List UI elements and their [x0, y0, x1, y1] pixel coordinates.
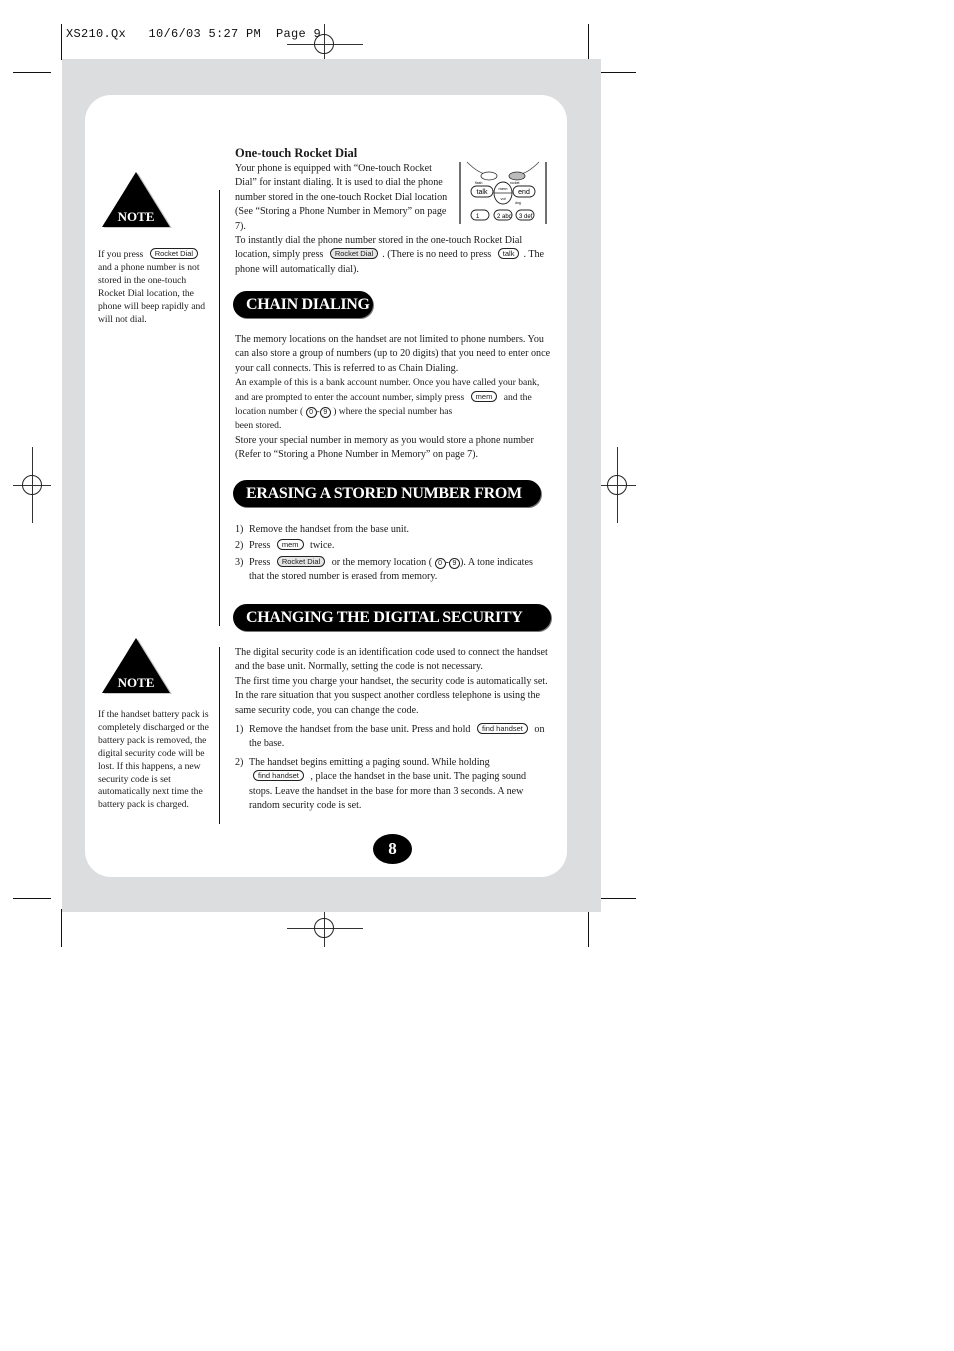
rocket-dial-key-icon: Rocket Dial	[276, 555, 326, 567]
column-divider	[219, 647, 220, 824]
section-banner-chain-dialing: CHAIN DIALING	[233, 291, 373, 318]
mem-key-icon: mem	[470, 390, 498, 402]
crop-mark	[61, 24, 62, 60]
svg-text:flash: flash	[475, 181, 482, 185]
page-number: 8	[373, 834, 412, 864]
rocket-dial-key-icon: Rocket Dial	[329, 248, 379, 260]
rocket-dial-instructions: To instantly dial the phone number store…	[235, 235, 545, 275]
crop-mark	[598, 72, 636, 73]
list-item: 3) Press Rocket Dial or the memory locat…	[235, 555, 533, 583]
svg-text:NOTE: NOTE	[118, 209, 155, 224]
svg-text:end: end	[518, 189, 530, 196]
print-slug-line: XS210.Qx 10/6/03 5:27 PM Page 9	[66, 27, 322, 41]
note-badge: NOTE	[98, 172, 174, 230]
section-banner-security-code: CHANGING THE DIGITAL SECURITY CODE	[233, 604, 551, 653]
svg-text:mem: mem	[499, 186, 509, 191]
list-item: 1) Remove the handset from the base unit…	[235, 524, 410, 535]
talk-key-icon: talk	[497, 248, 520, 260]
crop-mark	[588, 24, 589, 60]
erasing-steps: 1) Remove the handset from the base unit…	[235, 523, 545, 585]
svg-text:NOTE: NOTE	[118, 675, 155, 690]
find-handset-key-icon: find handset	[477, 723, 528, 734]
handset-keypad-illustration: flash rocket talk mem vol end dng 1 2 ab…	[459, 160, 548, 226]
crop-mark	[13, 72, 51, 73]
crop-mark	[598, 898, 636, 899]
section-banner-erasing: ERASING A STORED NUMBER FROM MEMORY	[233, 480, 541, 529]
chain-dialing-text: The memory locations on the handset are …	[235, 334, 551, 461]
note-text-battery: If the handset battery pack is completel…	[98, 709, 209, 811]
digit-0-icon: 0	[434, 557, 446, 569]
crop-mark	[61, 909, 62, 947]
note-text-rocket-dial: If you press Rocket Dial and a phone num…	[98, 248, 206, 325]
security-steps: 1) Remove the handset from the base unit…	[235, 723, 551, 813]
list-item: 2) Press mem twice.	[235, 539, 335, 552]
rocket-dial-intro: Your phone is equipped with “One-touch R…	[235, 163, 448, 232]
note-badge: NOTE	[98, 638, 174, 696]
svg-text:rocket: rocket	[510, 181, 520, 185]
column-divider	[219, 190, 220, 626]
crop-mark	[588, 909, 589, 947]
rocket-dial-key-icon: Rocket Dial	[149, 248, 199, 259]
keypad-diagram-icon: flash rocket talk mem vol end dng 1 2 ab…	[459, 161, 547, 224]
rocket-dial-heading: One-touch Rocket Dial	[235, 146, 358, 160]
svg-text:vol: vol	[500, 196, 505, 201]
find-handset-key-icon: find handset	[253, 770, 304, 782]
digit-9-icon: 9	[449, 557, 460, 569]
mem-key-icon: mem	[276, 539, 304, 551]
svg-text:talk: talk	[477, 189, 488, 196]
list-item: 2) The handset begins emitting a paging …	[235, 756, 527, 812]
warning-triangle-icon: NOTE	[102, 172, 172, 228]
crop-mark	[13, 898, 51, 899]
security-code-text: The digital security code is an identifi…	[235, 647, 548, 716]
warning-triangle-icon: NOTE	[102, 638, 172, 694]
svg-text:3 def: 3 def	[519, 214, 533, 220]
svg-text:2 abc: 2 abc	[497, 214, 512, 220]
svg-text:dng: dng	[515, 201, 521, 205]
digit-9-icon: 9	[319, 407, 331, 419]
list-item: 1) Remove the handset from the base unit…	[235, 723, 545, 750]
digit-0-icon: 0	[305, 407, 317, 419]
